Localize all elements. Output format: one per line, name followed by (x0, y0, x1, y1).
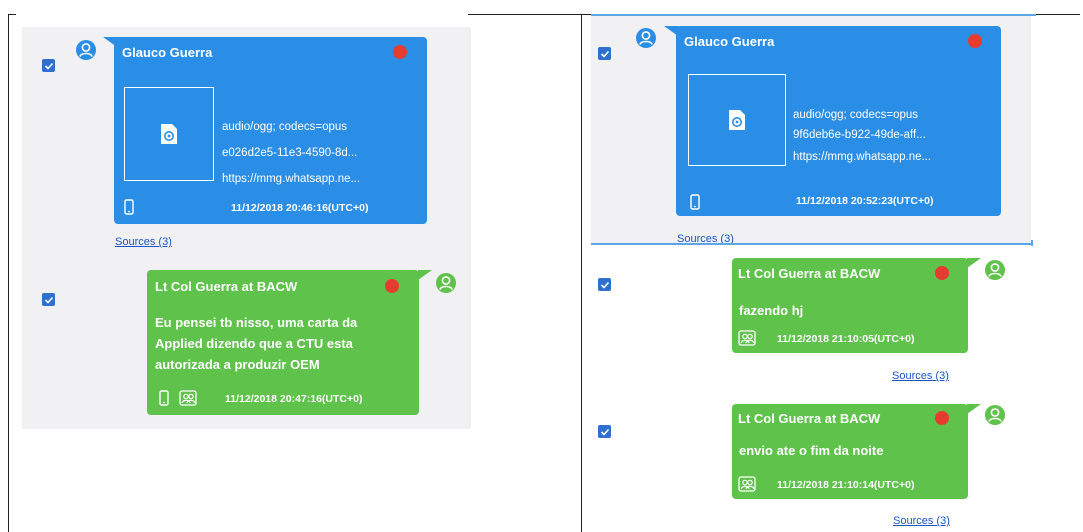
sources-link[interactable]: Sources (3) (892, 370, 949, 382)
contacts-icon (738, 330, 756, 346)
user-avatar-icon (636, 28, 656, 48)
attachment-thumbnail[interactable] (688, 74, 786, 166)
bubble-tail (418, 270, 432, 280)
audio-file-icon (161, 124, 177, 144)
checkbox-checked-icon (44, 62, 53, 70)
message-bubble-incoming[interactable]: Glauco Guerra audio/ogg; codecs=opus 9f6… (676, 26, 1001, 216)
contacts-icon (179, 390, 197, 406)
status-dot (393, 45, 407, 59)
user-avatar-icon (436, 273, 456, 293)
message-timestamp: 11/12/2018 20:46:16(UTC+0) (231, 202, 369, 214)
attachment-url[interactable]: https://mmg.whatsapp.ne... (222, 166, 360, 192)
message-timestamp: 11/12/2018 20:52:23(UTC+0) (796, 195, 934, 207)
sources-link[interactable]: Sources (3) (115, 236, 172, 248)
message-timestamp: 11/12/2018 21:10:05(UTC+0) (777, 333, 915, 345)
checkbox-checked-icon (44, 296, 53, 304)
sender-name: Lt Col Guerra at BACW (738, 266, 881, 281)
panel-border-right (1031, 240, 1033, 246)
message-timestamp: 11/12/2018 21:10:14(UTC+0) (777, 479, 915, 491)
user-avatar-icon (76, 40, 96, 60)
checkbox-checked-icon (600, 428, 609, 436)
phone-icon (124, 199, 134, 215)
contacts-icon (738, 476, 756, 492)
phone-icon (159, 390, 169, 406)
status-dot (935, 411, 949, 425)
top-rule-left (8, 14, 16, 15)
message-checkbox[interactable] (42, 293, 55, 306)
status-dot (935, 266, 949, 280)
message-bubble-outgoing[interactable]: Lt Col Guerra at BACW fazendo hj 11/12/2… (732, 258, 968, 353)
user-avatar-icon (985, 405, 1005, 425)
message-text: Eu pensei tb nisso, uma carta da Applied… (155, 315, 358, 372)
attachment-thumbnail[interactable] (124, 87, 214, 181)
left-rule (8, 14, 9, 532)
attachment-info: audio/ogg; codecs=opus e026d2e5-11e3-459… (222, 114, 360, 192)
message-text: envio ate o fim da noite (739, 443, 884, 458)
status-dot (385, 279, 399, 293)
attachment-id: e026d2e5-11e3-4590-8d... (222, 147, 358, 159)
attachment-info: audio/ogg; codecs=opus 9f6deb6e-b922-49d… (793, 102, 931, 170)
bubble-tail (967, 258, 981, 268)
message-checkbox[interactable] (598, 278, 611, 291)
audio-file-icon (729, 110, 745, 130)
sources-clip: Sources (3) (591, 222, 1031, 243)
sender-name: Glauco Guerra (684, 34, 775, 49)
message-timestamp: 11/12/2018 20:47:16(UTC+0) (225, 393, 363, 405)
message-text: fazendo hj (739, 303, 804, 318)
message-checkbox[interactable] (598, 47, 611, 60)
checkbox-checked-icon (600, 50, 609, 58)
phone-icon (690, 194, 700, 210)
checkbox-checked-icon (600, 281, 609, 289)
message-bubble-outgoing[interactable]: Lt Col Guerra at BACW envio ate o fim da… (732, 404, 968, 499)
panel-border-bottom (591, 243, 1031, 245)
attachment-url[interactable]: https://mmg.whatsapp.ne... (793, 144, 931, 170)
sources-link[interactable]: Sources (3) (893, 515, 950, 527)
status-dot (968, 34, 982, 48)
user-avatar-icon (985, 260, 1005, 280)
sender-name: Lt Col Guerra at BACW (155, 279, 298, 294)
bubble-tail (967, 404, 981, 414)
message-bubble-outgoing[interactable]: Lt Col Guerra at BACW Eu pensei tb nisso… (147, 270, 419, 415)
sender-name: Glauco Guerra (122, 45, 213, 60)
sources-link[interactable]: Sources (3) (677, 233, 734, 243)
sender-name: Lt Col Guerra at BACW (738, 411, 881, 426)
message-checkbox[interactable] (598, 425, 611, 438)
center-rule (581, 14, 582, 532)
message-bubble-incoming[interactable]: Glauco Guerra audio/ogg; codecs=opus e02… (114, 37, 427, 224)
attachment-mime: audio/ogg; codecs=opus (222, 121, 348, 133)
panel-border-top (591, 14, 1036, 16)
message-checkbox[interactable] (42, 59, 55, 72)
